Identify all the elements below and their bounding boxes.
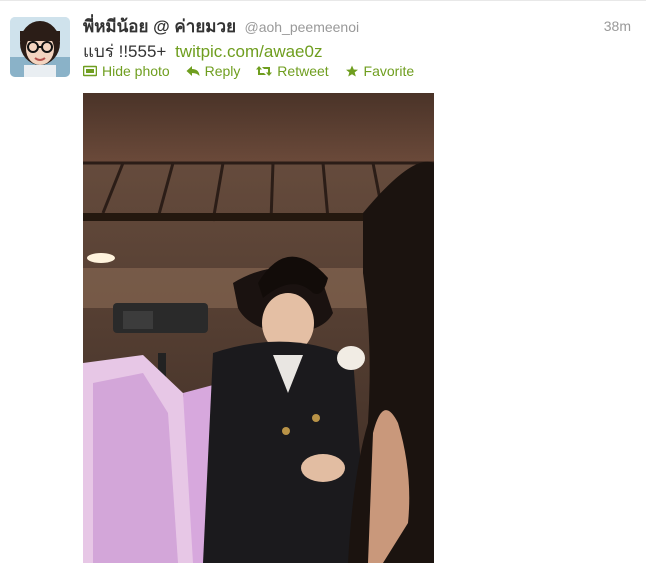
avatar-image [10, 17, 70, 77]
twitpic-link[interactable]: twitpic.com/awae0z [175, 42, 322, 61]
tweet-header: พี่หมีน้อย @ ค่ายมวย @aoh_peemeenoi [83, 13, 359, 40]
tweet-photo[interactable] [83, 93, 434, 563]
reply-arrow-icon [186, 66, 200, 76]
reply-label: Reply [204, 63, 241, 79]
hide-photo-label: Hide photo [102, 63, 170, 79]
retweet-label: Retweet [277, 63, 329, 79]
tweet: พี่หมีน้อย @ ค่ายมวย @aoh_peemeenoi 38m … [0, 0, 646, 563]
photo-icon [83, 65, 97, 77]
favorite-label: Favorite [363, 63, 415, 79]
hide-photo-button[interactable]: Hide photo [83, 63, 170, 79]
star-icon [345, 65, 358, 77]
event-photo-image [83, 93, 434, 563]
user-fullname[interactable]: พี่หมีน้อย @ ค่ายมวย [83, 17, 236, 36]
retweet-button[interactable]: Retweet [256, 63, 329, 79]
tweet-text: แบร่ !!555+ twitpic.com/awae0z [83, 38, 322, 65]
retweet-arrows-icon [256, 66, 273, 76]
favorite-button[interactable]: Favorite [345, 63, 415, 79]
tweet-body: แบร่ !!555+ [83, 42, 167, 61]
tweet-actions: Hide photo Reply Retweet Favorite [83, 63, 426, 80]
user-handle[interactable]: @aoh_peemeenoi [244, 19, 359, 35]
reply-button[interactable]: Reply [186, 63, 241, 79]
tweet-timestamp[interactable]: 38m [604, 18, 631, 34]
avatar[interactable] [10, 17, 70, 77]
